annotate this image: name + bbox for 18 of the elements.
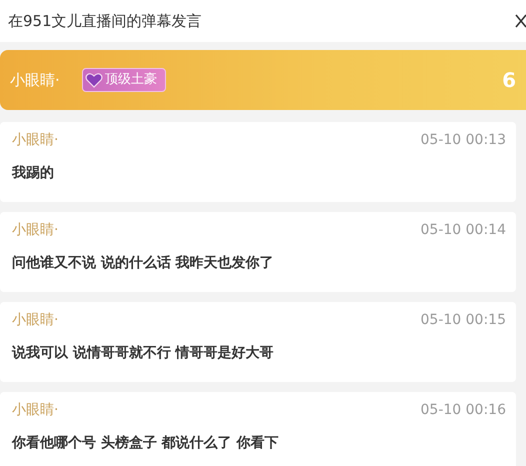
message-time: 05-10 00:14 bbox=[420, 221, 506, 240]
sender-name: 小眼睛· bbox=[12, 311, 58, 330]
sender-name: 小眼睛· bbox=[12, 221, 58, 240]
message-text: 说我可以 说情哥哥就不行 情哥哥是好大哥 bbox=[12, 344, 275, 363]
message-time: 05-10 00:13 bbox=[420, 131, 506, 150]
message-text: 问他谁又不说 说的什么话 我昨天也发你了 bbox=[12, 254, 275, 273]
message-text: 你看他哪个号 头榜盒子 都说什么了 你看下 bbox=[12, 434, 280, 453]
message-text: 我踢的 bbox=[12, 164, 55, 183]
badge-label: 顶级土豪 bbox=[104, 71, 157, 90]
close-icon[interactable] bbox=[515, 13, 526, 29]
sender-name: 小眼睛· bbox=[12, 401, 58, 420]
window-title: 在951文儿直播间的弹幕发言 bbox=[8, 10, 202, 32]
message-time: 05-10 00:16 bbox=[420, 401, 506, 420]
message-time: 05-10 00:15 bbox=[420, 311, 506, 330]
user-name: 小眼睛· bbox=[10, 70, 60, 91]
message-count: 6 bbox=[502, 67, 516, 94]
heart-icon bbox=[84, 72, 103, 88]
sender-name: 小眼睛· bbox=[12, 131, 58, 150]
